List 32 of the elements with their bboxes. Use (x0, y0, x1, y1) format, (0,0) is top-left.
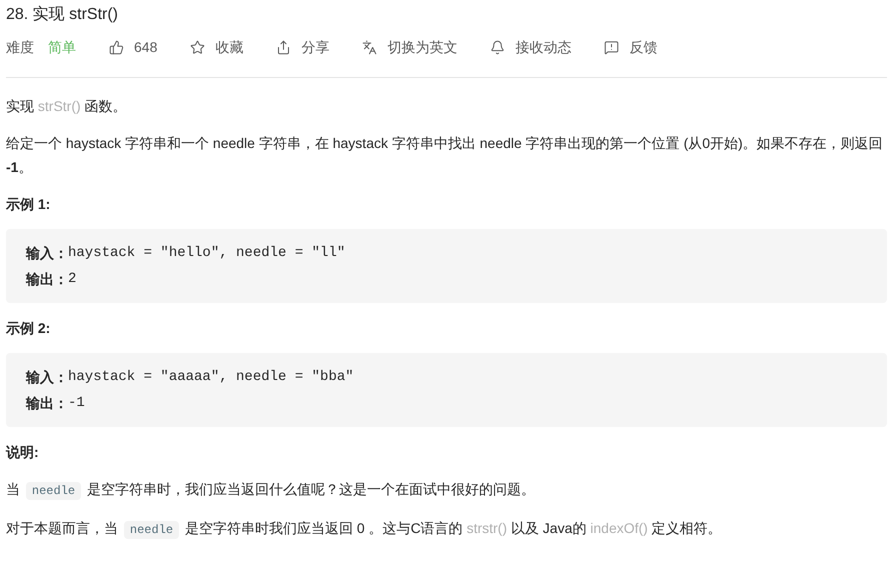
paragraph: 对于本题而言，当 needle 是空字符串时我们应当返回 0 。这与C语言的 strstr() 以及 Java的 indexOf() 定义相符。 (6, 519, 723, 541)
example-code: -1 (68, 394, 85, 413)
toolbar-action[interactable]: 648 (109, 36, 158, 58)
problem-title: 28. 实现 strStr() (6, 4, 120, 25)
difficulty-value: 简单 (48, 38, 76, 56)
paragraph: 实现 strStr() 函数。 (6, 97, 128, 116)
paragraph: 当 needle 是空字符串时，我们应当返回什么值呢？这是一个在面试中很好的问题。 (6, 480, 536, 502)
example-label: 输入： (26, 368, 68, 387)
toolbar-action[interactable]: 反馈 (604, 36, 658, 58)
share-icon (276, 40, 292, 54)
section-heading: 示例 2: (6, 319, 52, 338)
toolbar-action[interactable]: 接收动态 (490, 36, 572, 58)
toolbar-action[interactable]: 切换为英文 (362, 36, 458, 58)
toolbar-action[interactable]: 分享 (276, 36, 330, 58)
example-label: 输出： (26, 270, 68, 289)
toolbar-action[interactable]: 收藏 (190, 36, 244, 58)
message-alert-icon (604, 40, 620, 54)
example-label: 输入： (26, 244, 68, 263)
paragraph: 给定一个 haystack 字符串和一个 needle 字符串，在 haystack 字符串中找出 needle 字符串出现的第一个位置 (从0开始)。如果不存在，则返回 -1。 (6, 134, 884, 177)
example-code: haystack = "hello", needle = "ll" (68, 244, 346, 263)
difficulty-label: 难度 (6, 38, 34, 56)
example-label: 输出： (26, 394, 68, 413)
bell-icon (490, 40, 506, 54)
inline-code: needle (26, 482, 82, 500)
inline-code: needle (124, 521, 180, 539)
star-icon (190, 40, 206, 54)
example-code: 2 (68, 270, 76, 289)
translate-icon (362, 40, 378, 54)
thumbs-up-icon (109, 40, 124, 54)
example-code: haystack = "aaaaa", needle = "bba" (68, 368, 354, 387)
section-heading: 说明: (6, 443, 40, 462)
section-heading: 示例 1: (6, 195, 52, 214)
